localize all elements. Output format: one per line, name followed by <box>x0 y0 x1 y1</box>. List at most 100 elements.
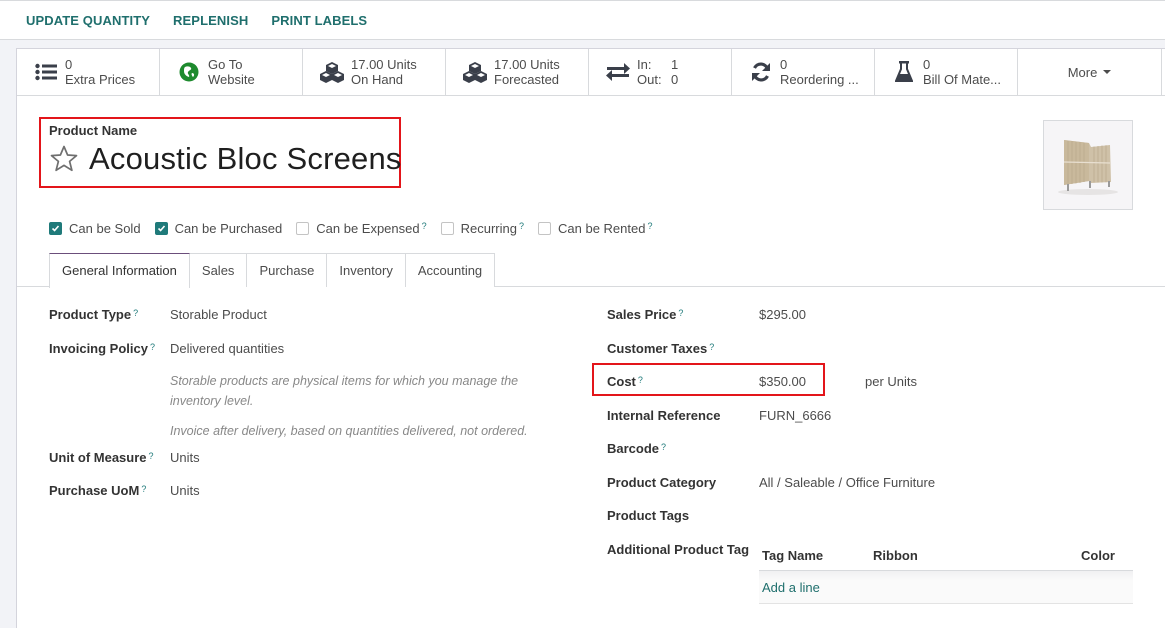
checkbox-checked[interactable] <box>49 222 62 235</box>
website-label: Website <box>208 72 255 87</box>
forecasted-label: Forecasted <box>494 72 560 87</box>
notebook-tabs: General Information Sales Purchase Inven… <box>17 253 1165 288</box>
product-tags-label: Product Tags <box>607 508 690 523</box>
storable-help-text: Storable products are physical items for… <box>170 374 519 408</box>
refresh-icon <box>748 61 774 83</box>
reordering-rules-button[interactable]: 0 Reordering ... <box>732 49 875 95</box>
help-icon[interactable]: ? <box>519 221 524 231</box>
help-icon[interactable]: ? <box>661 442 666 452</box>
print-labels-button[interactable]: PRINT LABELS <box>271 13 367 28</box>
update-quantity-button[interactable]: UPDATE QUANTITY <box>26 13 150 28</box>
flask-icon <box>891 61 917 83</box>
smart-button-bar: 0 Extra Prices Go To Website 17.00 Units On… <box>17 49 1165 96</box>
can-be-purchased-checkbox[interactable]: Can be Purchased <box>154 221 283 236</box>
out-label: Out: <box>637 72 662 87</box>
forecasted-qty: 17.00 Units <box>494 57 560 72</box>
cost-label: Cost <box>607 374 636 389</box>
product-category-value[interactable]: All / Saleable / Office Furniture <box>759 475 935 490</box>
cost-field: Cost? $350.00 per Units <box>607 374 917 389</box>
screen-panel-image <box>1058 140 1118 195</box>
barcode-field: Barcode? <box>607 441 666 456</box>
more-button[interactable]: More <box>1018 49 1162 95</box>
replenish-button[interactable]: REPLENISH <box>173 13 248 28</box>
caret-down-icon <box>1103 70 1112 74</box>
additional-tags-table: Tag Name Ribbon Color Add a line <box>759 541 1133 604</box>
on-hand-button[interactable]: 17.00 Units On Hand <box>303 49 446 95</box>
checkbox-checked[interactable] <box>154 222 168 235</box>
help-icon[interactable]: ? <box>647 221 652 231</box>
help-icon[interactable]: ? <box>709 342 714 352</box>
sales-price-value[interactable]: $295.00 <box>759 307 806 322</box>
on-hand-qty: 17.00 Units <box>351 57 417 72</box>
exchange-icon <box>605 61 631 83</box>
internal-reference-field: Internal Reference FURN_6666 <box>607 408 831 423</box>
tab-inventory[interactable]: Inventory <box>327 253 406 287</box>
forecasted-button[interactable]: 17.00 Units Forecasted <box>446 49 589 95</box>
table-row: Add a line <box>759 571 1133 604</box>
bom-count: 0 <box>923 57 931 72</box>
star-icon[interactable] <box>49 144 79 174</box>
help-icon[interactable]: ? <box>422 221 427 231</box>
recurring-checkbox[interactable]: Recurring? <box>440 221 524 236</box>
help-icon[interactable]: ? <box>150 342 155 352</box>
form-sheet: 0 Extra Prices Go To Website 17.00 Units On… <box>16 48 1165 628</box>
in-out-button[interactable]: In: 1 Out: 0 <box>589 49 732 95</box>
purchase-uom-value[interactable]: Units <box>170 483 200 498</box>
in-count: 1 <box>671 57 679 72</box>
customer-taxes-field: Customer Taxes? <box>607 341 714 356</box>
column-ribbon[interactable]: Ribbon <box>873 548 1063 563</box>
extra-prices-label: Extra Prices <box>65 72 136 87</box>
can-be-sold-checkbox[interactable]: Can be Sold <box>49 221 141 236</box>
help-icon[interactable]: ? <box>638 375 643 385</box>
on-hand-label: On Hand <box>351 72 404 87</box>
product-type-label: Product Type <box>49 307 132 322</box>
product-category-field: Product Category All / Saleable / Office… <box>607 475 935 490</box>
can-be-purchased-label: Can be Purchased <box>174 221 283 236</box>
tab-accounting[interactable]: Accounting <box>405 253 496 287</box>
tab-purchase[interactable]: Purchase <box>247 253 328 287</box>
bom-label: Bill Of Mate... <box>923 72 1002 87</box>
checkbox-unchecked[interactable] <box>538 222 551 235</box>
product-name-row: Acoustic Bloc Screens <box>49 141 402 177</box>
help-icon[interactable]: ? <box>133 308 138 318</box>
customer-taxes-label: Customer Taxes <box>607 341 708 356</box>
out-count: 0 <box>671 72 679 87</box>
unit-of-measure-field: Unit of Measure? Units <box>49 450 200 465</box>
cubes-icon <box>319 61 345 83</box>
help-icon[interactable]: ? <box>141 484 146 494</box>
add-a-line-link[interactable]: Add a line <box>762 580 820 595</box>
product-name-label: Product Name <box>49 123 138 138</box>
product-type-field: Product Type? Storable Product <box>49 307 267 322</box>
product-image[interactable] <box>1043 120 1133 210</box>
invoicing-policy-field: Invoicing Policy? Delivered quantities <box>49 341 284 356</box>
unit-of-measure-value[interactable]: Units <box>170 450 200 465</box>
tab-general-information[interactable]: General Information <box>49 253 190 288</box>
barcode-label: Barcode <box>607 441 660 456</box>
can-be-rented-checkbox[interactable]: Can be Rented? <box>538 221 652 236</box>
product-category-label: Product Category <box>607 475 717 490</box>
help-icon[interactable]: ? <box>149 451 154 461</box>
can-be-expensed-label: Can be Expensed <box>316 221 420 236</box>
tab-sales[interactable]: Sales <box>189 253 248 287</box>
help-icon[interactable]: ? <box>678 308 683 318</box>
sales-price-label: Sales Price <box>607 307 677 322</box>
internal-reference-value[interactable]: FURN_6666 <box>759 408 831 423</box>
checkbox-unchecked[interactable] <box>440 222 454 235</box>
cubes-icon <box>462 61 488 83</box>
extra-prices-button[interactable]: 0 Extra Prices <box>17 49 160 95</box>
column-tag-name[interactable]: Tag Name <box>759 548 873 563</box>
invoicing-policy-value[interactable]: Delivered quantities <box>170 341 284 356</box>
product-type-value[interactable]: Storable Product <box>170 307 267 322</box>
product-name-field[interactable]: Acoustic Bloc Screens <box>89 141 402 177</box>
bill-of-materials-button[interactable]: 0 Bill Of Mate... <box>875 49 1018 95</box>
list-icon <box>33 61 59 83</box>
checkbox-unchecked[interactable] <box>296 222 310 235</box>
invoicing-policy-label: Invoicing Policy <box>49 341 148 356</box>
column-color[interactable]: Color <box>1063 548 1133 563</box>
can-be-expensed-checkbox[interactable]: Can be Expensed? <box>296 221 427 236</box>
additional-product-tag-field: Additional Product Tag <box>607 542 749 557</box>
reordering-label: Reordering ... <box>780 72 859 87</box>
purchase-uom-label: Purchase UoM <box>49 483 140 498</box>
go-to-website-button[interactable]: Go To Website <box>160 49 303 95</box>
cost-value[interactable]: $350.00 <box>759 374 806 389</box>
